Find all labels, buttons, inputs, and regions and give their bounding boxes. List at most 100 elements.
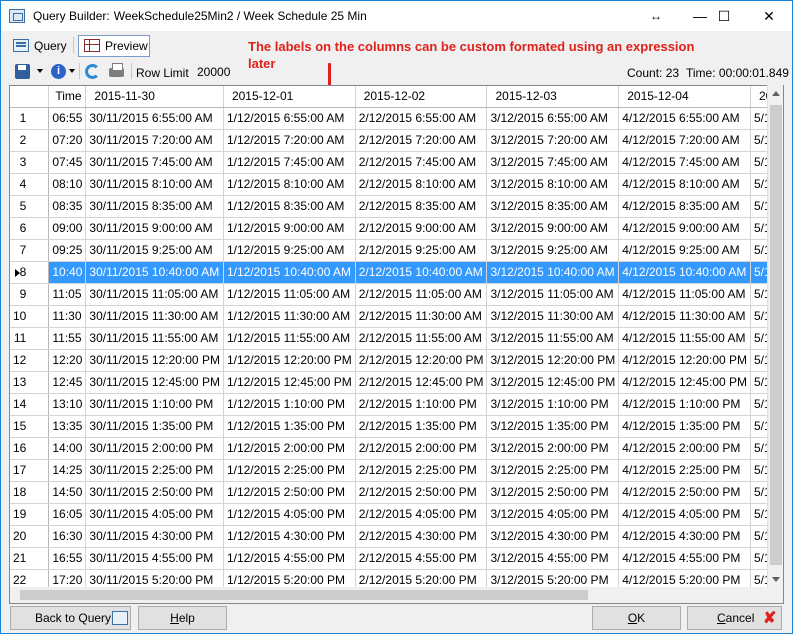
datetime-cell[interactable]: 2/12/2015 1:35:00 PM	[355, 415, 488, 438]
time-cell[interactable]: 13:10	[48, 393, 87, 416]
table-row[interactable]: 1 06:55 30/11/2015 6:55:00 AM 1/12/2015 6:5…	[10, 107, 783, 130]
datetime-cell[interactable]: 30/11/2015 9:00:00 AM	[85, 217, 224, 240]
datetime-cell[interactable]: 1/12/2015 2:50:00 PM	[223, 481, 356, 504]
info-dropdown-button[interactable]: i	[49, 62, 75, 82]
table-row[interactable]: 4 08:10 30/11/2015 8:10:00 AM 1/12/2015 8:1…	[10, 173, 783, 196]
datetime-cell[interactable]: 30/11/2015 1:35:00 PM	[85, 415, 224, 438]
datetime-cell[interactable]: 1/12/2015 10:40:00 AM	[223, 261, 356, 284]
datetime-cell[interactable]: 4/12/2015 8:35:00 AM	[618, 195, 751, 218]
datetime-cell[interactable]: 3/12/2015 9:00:00 AM	[486, 217, 620, 240]
datetime-cell[interactable]: 4/12/2015 9:00:00 AM	[618, 217, 751, 240]
datetime-cell[interactable]: 30/11/2015 4:55:00 PM	[85, 547, 224, 570]
datetime-cell[interactable]: 3/12/2015 1:10:00 PM	[486, 393, 620, 416]
save-dropdown-button[interactable]	[11, 62, 45, 82]
datetime-cell[interactable]: 3/12/2015 11:55:00 AM	[486, 327, 620, 350]
datetime-cell[interactable]: 30/11/2015 2:25:00 PM	[85, 459, 224, 482]
table-row[interactable]: 5 08:35 30/11/2015 8:35:00 AM 1/12/2015 8:3…	[10, 195, 783, 218]
datetime-cell[interactable]: 2/12/2015 1:10:00 PM	[355, 393, 488, 416]
table-row[interactable]: 11 11:55 30/11/2015 11:55:00 AM 1/12/2015 1…	[10, 327, 783, 350]
datetime-cell[interactable]: 2/12/2015 9:00:00 AM	[355, 217, 488, 240]
datetime-cell[interactable]: 30/11/2015 1:10:00 PM	[85, 393, 224, 416]
datetime-cell[interactable]: 3/12/2015 1:35:00 PM	[486, 415, 620, 438]
datetime-cell[interactable]: 2/12/2015 6:55:00 AM	[355, 107, 488, 130]
datetime-cell[interactable]: 30/11/2015 9:25:00 AM	[85, 239, 224, 262]
row-number[interactable]: 9	[10, 283, 50, 306]
datetime-cell[interactable]: 1/12/2015 11:30:00 AM	[223, 305, 356, 328]
datetime-cell[interactable]: 1/12/2015 8:35:00 AM	[223, 195, 356, 218]
datetime-cell[interactable]: 4/12/2015 11:30:00 AM	[618, 305, 751, 328]
datetime-cell[interactable]: 3/12/2015 12:20:00 PM	[486, 349, 620, 372]
table-row[interactable]: 10 11:30 30/11/2015 11:30:00 AM 1/12/2015 1…	[10, 305, 783, 328]
datetime-cell[interactable]: 3/12/2015 4:55:00 PM	[486, 547, 620, 570]
print-button[interactable]	[107, 62, 127, 82]
datetime-cell[interactable]: 2/12/2015 8:35:00 AM	[355, 195, 488, 218]
datetime-cell[interactable]: 1/12/2015 12:20:00 PM	[223, 349, 356, 372]
table-row[interactable]: 21 16:55 30/11/2015 4:55:00 PM 1/12/2015 4:…	[10, 547, 783, 570]
title-bar[interactable]: Query Builder: WeekSchedule25Min2 / Week …	[1, 1, 792, 31]
table-row[interactable]: 18 14:50 30/11/2015 2:50:00 PM 1/12/2015 2:…	[10, 481, 783, 504]
row-number[interactable]: 13	[10, 371, 50, 394]
datetime-cell[interactable]: 1/12/2015 2:25:00 PM	[223, 459, 356, 482]
tab-preview[interactable]: Preview	[78, 35, 150, 57]
row-number[interactable]: 21	[10, 547, 50, 570]
row-number[interactable]: 19	[10, 503, 50, 526]
datetime-cell[interactable]: 2/12/2015 11:30:00 AM	[355, 305, 488, 328]
datetime-cell[interactable]: 30/11/2015 8:10:00 AM	[85, 173, 224, 196]
datetime-cell[interactable]: 2/12/2015 4:30:00 PM	[355, 525, 488, 548]
close-button[interactable]: ✕	[746, 1, 792, 31]
datetime-cell[interactable]: 1/12/2015 4:55:00 PM	[223, 547, 356, 570]
row-number[interactable]: 20	[10, 525, 50, 548]
table-row[interactable]: 17 14:25 30/11/2015 2:25:00 PM 1/12/2015 2:…	[10, 459, 783, 482]
time-cell[interactable]: 08:35	[48, 195, 87, 218]
time-cell[interactable]: 06:55	[48, 107, 87, 130]
horizontal-scrollbar[interactable]	[10, 587, 783, 603]
datetime-cell[interactable]: 4/12/2015 7:20:00 AM	[618, 129, 751, 152]
table-row[interactable]: 7 09:25 30/11/2015 9:25:00 AM 1/12/2015 9:2…	[10, 239, 783, 262]
datetime-cell[interactable]: 3/12/2015 2:50:00 PM	[486, 481, 620, 504]
datetime-cell[interactable]: 2/12/2015 4:55:00 PM	[355, 547, 488, 570]
datetime-cell[interactable]: 4/12/2015 2:25:00 PM	[618, 459, 751, 482]
datetime-cell[interactable]: 3/12/2015 9:25:00 AM	[486, 239, 620, 262]
datetime-cell[interactable]: 1/12/2015 9:25:00 AM	[223, 239, 356, 262]
datetime-cell[interactable]: 30/11/2015 7:20:00 AM	[85, 129, 224, 152]
datetime-cell[interactable]: 4/12/2015 4:30:00 PM	[618, 525, 751, 548]
datetime-cell[interactable]: 30/11/2015 11:05:00 AM	[85, 283, 224, 306]
row-number[interactable]: 10	[10, 305, 50, 328]
datetime-cell[interactable]: 4/12/2015 1:35:00 PM	[618, 415, 751, 438]
datetime-cell[interactable]: 1/12/2015 9:00:00 AM	[223, 217, 356, 240]
datetime-cell[interactable]: 30/11/2015 12:20:00 PM	[85, 349, 224, 372]
results-grid[interactable]: Time 2015-11-30 2015-12-01 2015-12-02 20…	[9, 85, 784, 604]
column-header-day[interactable]: 2015-11-30	[85, 86, 224, 108]
datetime-cell[interactable]: 1/12/2015 12:45:00 PM	[223, 371, 356, 394]
time-cell[interactable]: 11:05	[48, 283, 87, 306]
column-header-day[interactable]: 2015-12-04	[618, 86, 751, 108]
datetime-cell[interactable]: 2/12/2015 2:25:00 PM	[355, 459, 488, 482]
datetime-cell[interactable]: 30/11/2015 8:35:00 AM	[85, 195, 224, 218]
row-number[interactable]: 16	[10, 437, 50, 460]
datetime-cell[interactable]: 30/11/2015 11:55:00 AM	[85, 327, 224, 350]
row-limit-input[interactable]	[195, 63, 241, 81]
datetime-cell[interactable]: 30/11/2015 6:55:00 AM	[85, 107, 224, 130]
datetime-cell[interactable]: 1/12/2015 1:35:00 PM	[223, 415, 356, 438]
table-row[interactable]: 15 13:35 30/11/2015 1:35:00 PM 1/12/2015 1:…	[10, 415, 783, 438]
datetime-cell[interactable]: 4/12/2015 8:10:00 AM	[618, 173, 751, 196]
time-cell[interactable]: 13:35	[48, 415, 87, 438]
time-cell[interactable]: 12:20	[48, 349, 87, 372]
row-number[interactable]: 1	[10, 107, 50, 130]
datetime-cell[interactable]: 3/12/2015 2:00:00 PM	[486, 437, 620, 460]
time-cell[interactable]: 09:25	[48, 239, 87, 262]
time-cell[interactable]: 12:45	[48, 371, 87, 394]
table-row[interactable]: 9 11:05 30/11/2015 11:05:00 AM 1/12/2015 11…	[10, 283, 783, 306]
time-cell[interactable]: 10:40	[48, 261, 87, 284]
datetime-cell[interactable]: 2/12/2015 2:50:00 PM	[355, 481, 488, 504]
datetime-cell[interactable]: 4/12/2015 2:50:00 PM	[618, 481, 751, 504]
maximize-button[interactable]: ☐	[701, 1, 747, 31]
row-number[interactable]: 12	[10, 349, 50, 372]
datetime-cell[interactable]: 3/12/2015 7:45:00 AM	[486, 151, 620, 174]
datetime-cell[interactable]: 2/12/2015 12:20:00 PM	[355, 349, 488, 372]
datetime-cell[interactable]: 3/12/2015 8:10:00 AM	[486, 173, 620, 196]
ok-button[interactable]: OK	[592, 606, 681, 630]
tab-query[interactable]: Query	[7, 35, 71, 57]
datetime-cell[interactable]: 1/12/2015 1:10:00 PM	[223, 393, 356, 416]
table-row[interactable]: 20 16:30 30/11/2015 4:30:00 PM 1/12/2015 4:…	[10, 525, 783, 548]
